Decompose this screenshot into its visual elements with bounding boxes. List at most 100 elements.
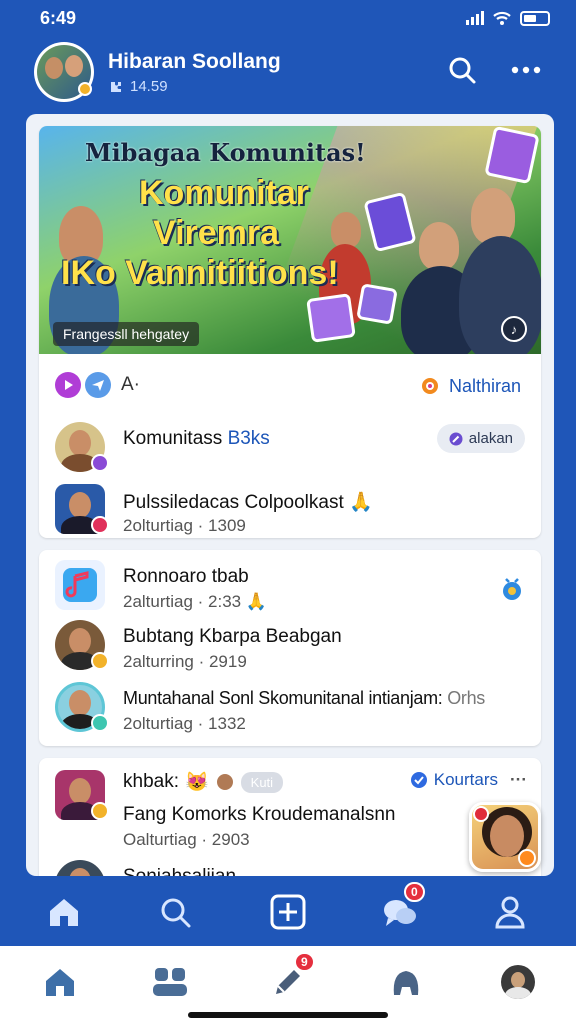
badge-icon [91,516,109,534]
signal-icon [466,11,484,25]
more-horizontal-icon[interactable]: ··· [510,770,527,790]
item-meta: 2olturtiag · 1309 [123,516,246,535]
status-badge [518,849,536,867]
more-options-button[interactable] [506,50,546,90]
settings-link-label: Nalthiran [448,375,521,396]
badge-icon [91,802,109,820]
play-reaction-icon[interactable] [55,372,81,398]
wifi-icon [493,11,511,25]
group-subtitle: 14.59 [108,78,168,95]
list-item[interactable]: Pulssiledacas Colpoolkast 🙏 2olturtiag ·… [39,484,541,538]
featured-post-card[interactable]: Mibagaa Komunitas! Komunitar Viremra IKo… [39,126,541,538]
badge-icon [91,454,109,472]
home-icon [50,899,78,926]
banner-title-line3: IKo Vannitiitions! [61,254,339,292]
home-indicator[interactable] [188,1012,388,1018]
list-item[interactable]: Ronnoaro tbab 2alturtiag · 2:33 🙏 [39,560,541,616]
post-list-card[interactable]: Ronnoaro tbab 2alturtiag · 2:33 🙏 Bubtan… [39,550,541,746]
list-item[interactable]: khbak: 😻 Kuti Kourtars ··· Fang Komorks … [39,770,541,849]
avatar [55,860,105,876]
praying-hands-icon: 🙏 [245,592,268,611]
gamepad-icon [393,971,419,995]
status-icons [466,10,550,26]
app-header: Hibaran Soollang 14.59 [0,36,576,114]
add-square-icon [270,894,306,930]
online-status-dot [78,82,92,96]
post-list-card[interactable]: khbak: 😻 Kuti Kourtars ··· Fang Komorks … [39,758,541,876]
pencil-icon [449,432,463,445]
search-button[interactable] [442,50,482,90]
heart-eyes-icon: 😻 [184,772,209,793]
item-meta: Oalturtiag · 2903 [123,830,250,849]
banner-title-line1: Komunitar [139,174,309,212]
group-title: Hibaran Soollang [108,50,281,73]
join-button-label: alakan [468,430,513,447]
status-bar: 6:49 [0,0,576,36]
feed-container[interactable]: Mibagaa Komunitas! Komunitar Viremra IKo… [26,114,554,876]
praying-hands-icon: 🙏 [349,492,373,513]
more-horizontal-icon [511,66,541,74]
verified-icon [410,772,427,788]
music-note-icon[interactable]: ♪ [501,316,527,342]
item-title: Pulssiledacas Colpoolkast [123,492,344,513]
avatar [501,965,535,999]
notification-dot [473,806,489,822]
groups-icon [153,968,187,996]
profile-icon [495,896,525,929]
community-banner[interactable]: Mibagaa Komunitas! Komunitar Viremra IKo… [39,126,541,354]
floating-chat-head[interactable] [469,802,541,872]
music-app-icon [55,560,105,610]
tab-create[interactable] [266,890,310,934]
text-format-label[interactable]: A· [121,374,140,396]
search-icon [161,898,191,928]
battery-icon [520,10,550,26]
item-title-accent: B3ks [227,428,270,449]
banner-figure-man-phone [419,222,459,270]
alarm-icon[interactable] [501,576,523,602]
nav-games[interactable] [384,960,428,1004]
banner-title-line2: Viremra [153,214,280,252]
status-time: 6:49 [40,8,77,28]
nav-profile-avatar[interactable] [496,960,540,1004]
item-title: Bubtang Kbarpa Beabgan [123,626,342,647]
item-title-tail: Orhs [447,688,486,708]
write-badge: 9 [294,952,315,972]
item-title: Muntahanal Sonl Skomunitanal intianjam: [123,688,443,708]
item-title: Ronnoaro tbab [123,566,249,587]
nav-home[interactable] [38,960,82,1004]
item-title: Soniahsaliian [123,866,236,876]
author-chip: Kuti [240,771,284,793]
item-title: Komunitass [123,428,223,449]
search-icon [449,57,476,84]
list-item[interactable]: Soniahsaliian [39,860,541,876]
author-name: khbak: [123,771,179,792]
list-item[interactable]: Komunitass B3ks alakan [39,422,541,478]
banner-caption: Frangessll hehgatey [53,322,200,346]
banner-headline: Mibagaa Komunitas! [85,138,366,167]
post-action-bar: A· Nalthiran [39,372,541,402]
group-avatar[interactable] [34,42,94,102]
item-meta: 2alturring · 2919 [123,652,247,671]
badge-icon [91,714,109,732]
item-meta: 2olturtiag · 1332 [123,714,246,733]
nav-groups[interactable] [148,960,192,1004]
list-item[interactable]: Bubtang Kbarpa Beabgan 2alturring · 2919 [39,620,541,676]
member-count: 14.59 [130,78,168,95]
settings-link[interactable]: Nalthiran [419,375,521,397]
puzzle-icon [111,81,121,92]
item-meta: 2alturtiag · 2:33 [123,592,242,611]
tab-home[interactable] [42,890,86,934]
item-title: Fang Komorks Kroudemanalsnn [123,804,396,825]
small-avatar [214,772,235,792]
home-icon [46,969,74,996]
verified-link-label: Kourtars [433,770,499,789]
list-item[interactable]: Muntahanal Sonl Skomunitanal intianjam: … [39,682,541,738]
tab-search[interactable] [153,890,197,934]
join-button[interactable]: alakan [436,424,525,453]
tab-profile[interactable] [488,890,532,934]
badge-icon [91,652,109,670]
send-reaction-icon[interactable] [85,372,111,398]
gear-icon [421,378,438,394]
app-tab-bar: 0 [0,876,576,946]
verified-link[interactable]: Kourtars ··· [410,770,527,790]
